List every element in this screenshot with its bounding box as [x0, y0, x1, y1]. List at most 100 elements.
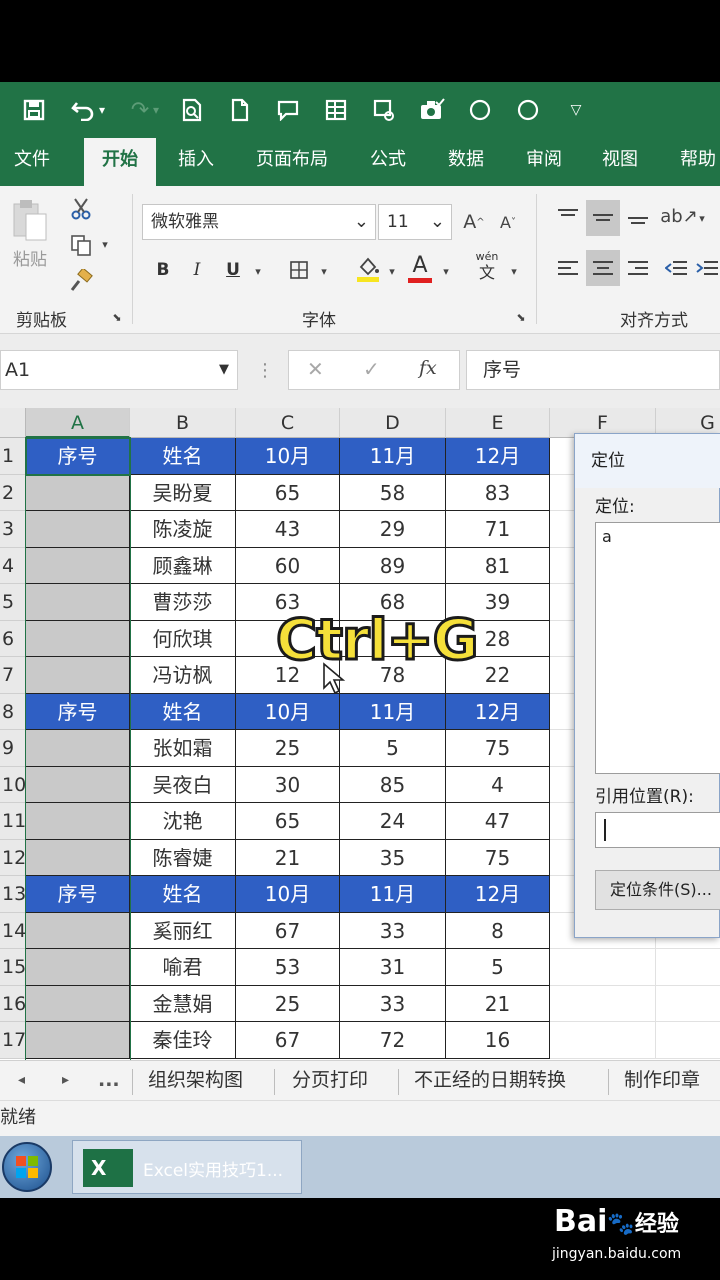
orientation-dropdown-icon[interactable]: ▾ — [694, 206, 710, 230]
enter-icon[interactable]: ✓ — [363, 357, 380, 381]
header-cell[interactable]: 11月 — [340, 438, 446, 475]
header-cell[interactable]: 11月 — [340, 876, 446, 913]
table-cell[interactable]: 8 — [446, 913, 550, 949]
camera-icon[interactable] — [414, 92, 450, 128]
goto-list-item[interactable]: a — [602, 527, 612, 546]
table-cell[interactable]: 沈艳 — [130, 803, 236, 840]
align-left-icon[interactable] — [554, 252, 582, 284]
column-header-d[interactable]: D — [340, 408, 446, 438]
header-cell[interactable]: 姓名 — [130, 694, 236, 730]
font-name-select[interactable]: 微软雅黑 ⌄ — [142, 204, 376, 240]
sheet-next-icon[interactable]: ▸ — [62, 1061, 69, 1101]
column-header-a[interactable]: A — [26, 408, 130, 438]
tab-insert[interactable]: 插入 — [164, 138, 228, 186]
table-cell[interactable] — [26, 986, 130, 1022]
align-middle-icon[interactable] — [586, 200, 620, 236]
clipboard-launcher-icon[interactable]: ⬊ — [108, 306, 126, 328]
form-icon[interactable] — [318, 92, 354, 128]
table-cell[interactable]: 75 — [446, 730, 550, 767]
empty-cell[interactable] — [656, 986, 720, 1022]
table-cell[interactable]: 67 — [236, 1022, 340, 1059]
empty-cell[interactable] — [550, 1022, 656, 1059]
table-cell[interactable]: 89 — [340, 548, 446, 584]
print-preview-icon[interactable] — [174, 92, 210, 128]
table-cell[interactable]: 25 — [236, 986, 340, 1022]
table-cell[interactable]: 4 — [446, 767, 550, 803]
save-icon[interactable] — [16, 92, 52, 128]
table-cell[interactable]: 83 — [446, 475, 550, 511]
tab-formulas[interactable]: 公式 — [356, 138, 420, 186]
row-header[interactable]: 17 — [0, 1022, 26, 1059]
header-cell[interactable]: 12月 — [446, 876, 550, 913]
table-cell[interactable]: 30 — [236, 767, 340, 803]
row-header[interactable]: 10 — [0, 767, 26, 803]
bold-button[interactable]: B — [150, 254, 176, 286]
table-cell[interactable]: 吴盼夏 — [130, 475, 236, 511]
table-cell[interactable] — [26, 511, 130, 548]
cancel-icon[interactable]: ✕ — [307, 357, 324, 381]
table-cell[interactable] — [26, 949, 130, 986]
column-header-b[interactable]: B — [130, 408, 236, 438]
row-header[interactable]: 8 — [0, 694, 26, 730]
align-top-icon[interactable] — [554, 200, 582, 232]
goto-special-button[interactable]: 定位条件(S)... — [595, 870, 720, 910]
table-cell[interactable]: 25 — [236, 730, 340, 767]
sheet-more-icon[interactable]: ... — [98, 1061, 120, 1101]
row-header[interactable]: 5 — [0, 584, 26, 621]
tab-help[interactable]: 帮助 — [666, 138, 720, 186]
table-cell[interactable]: 75 — [446, 840, 550, 876]
font-launcher-icon[interactable]: ⬊ — [512, 306, 530, 328]
copy-dropdown-icon[interactable]: ▾ — [96, 234, 114, 254]
paste-icon[interactable] — [8, 196, 52, 244]
header-cell[interactable]: 序号 — [26, 694, 130, 730]
start-button[interactable] — [2, 1142, 52, 1192]
circle-icon[interactable] — [462, 92, 498, 128]
table-cell[interactable]: 35 — [340, 840, 446, 876]
fill-color-icon[interactable] — [352, 252, 384, 286]
table-cell[interactable]: 21 — [236, 840, 340, 876]
table-cell[interactable]: 72 — [340, 1022, 446, 1059]
phonetic-dropdown-icon[interactable]: ▾ — [506, 258, 522, 284]
table-cell[interactable]: 5 — [340, 730, 446, 767]
empty-cell[interactable] — [656, 1022, 720, 1059]
tab-view[interactable]: 视图 — [588, 138, 652, 186]
table-cell[interactable]: 43 — [236, 511, 340, 548]
table-cell[interactable]: 58 — [340, 475, 446, 511]
row-header[interactable]: 13 — [0, 876, 26, 913]
table-cell[interactable]: 53 — [236, 949, 340, 986]
table-cell[interactable]: 47 — [446, 803, 550, 840]
table-cell[interactable] — [26, 584, 130, 621]
font-color-dropdown-icon[interactable]: ▾ — [438, 258, 454, 284]
table-cell[interactable]: 顾鑫琳 — [130, 548, 236, 584]
name-box[interactable]: A1 ▼ — [0, 350, 238, 390]
font-color-icon[interactable]: A — [404, 250, 436, 286]
tab-data[interactable]: 数据 — [434, 138, 498, 186]
table-cell[interactable]: 33 — [340, 913, 446, 949]
table-cell[interactable] — [26, 840, 130, 876]
sheet-tab-page-print[interactable]: 分页打印 — [292, 1061, 368, 1101]
empty-cell[interactable] — [656, 949, 720, 986]
table-cell[interactable] — [26, 803, 130, 840]
circle-icon[interactable] — [510, 92, 546, 128]
table-cell[interactable]: 何欣琪 — [130, 621, 236, 657]
table-cell[interactable]: 16 — [446, 1022, 550, 1059]
formula-input[interactable]: 序号 — [466, 350, 720, 390]
new-document-icon[interactable] — [222, 92, 258, 128]
header-cell[interactable]: 12月 — [446, 438, 550, 475]
header-cell[interactable]: 序号 — [26, 438, 130, 475]
tab-file[interactable]: 文件 — [0, 138, 64, 186]
taskbar-excel-item[interactable]: X Excel实用技巧1... — [72, 1140, 302, 1194]
screenshot-icon[interactable] — [366, 92, 402, 128]
increase-indent-icon[interactable] — [694, 252, 720, 284]
insert-function-icon[interactable]: fx — [419, 357, 437, 379]
format-painter-icon[interactable] — [66, 266, 96, 296]
grow-font-icon[interactable]: A ^ — [460, 206, 488, 238]
fill-color-dropdown-icon[interactable]: ▾ — [384, 258, 400, 284]
table-cell[interactable]: 65 — [236, 803, 340, 840]
row-header[interactable]: 7 — [0, 657, 26, 694]
goto-list[interactable]: a — [595, 522, 720, 774]
font-size-select[interactable]: 11 ⌄ — [378, 204, 452, 240]
row-header[interactable]: 4 — [0, 548, 26, 584]
sheet-prev-icon[interactable]: ◂ — [18, 1061, 25, 1101]
table-cell[interactable] — [26, 767, 130, 803]
